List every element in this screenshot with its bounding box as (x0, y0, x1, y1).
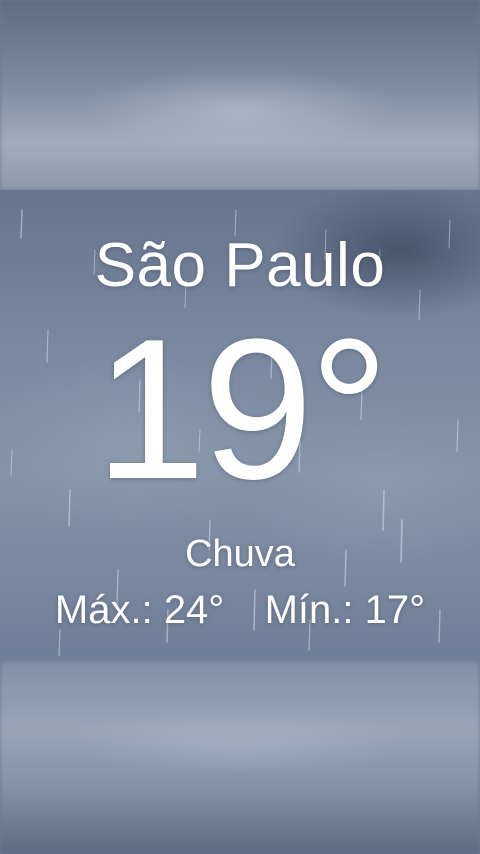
city-name: São Paulo (94, 231, 386, 300)
low-label: Mín.: (264, 588, 354, 632)
current-temperature: 19° (0, 300, 480, 520)
temperature-value: 19° (94, 298, 389, 521)
high-value: 24° (163, 588, 225, 632)
weather-summary: São Paulo 19° Chuva Máx.: 24° Mín.: 17° (0, 0, 480, 854)
weather-screen: São Paulo 19° Chuva Máx.: 24° Mín.: 17° (0, 0, 480, 854)
weather-condition: Chuva (185, 533, 295, 575)
high-label: Máx.: (54, 588, 153, 632)
high-low-temperatures: Máx.: 24° Mín.: 17° (0, 588, 480, 633)
low-value: 17° (364, 588, 426, 632)
